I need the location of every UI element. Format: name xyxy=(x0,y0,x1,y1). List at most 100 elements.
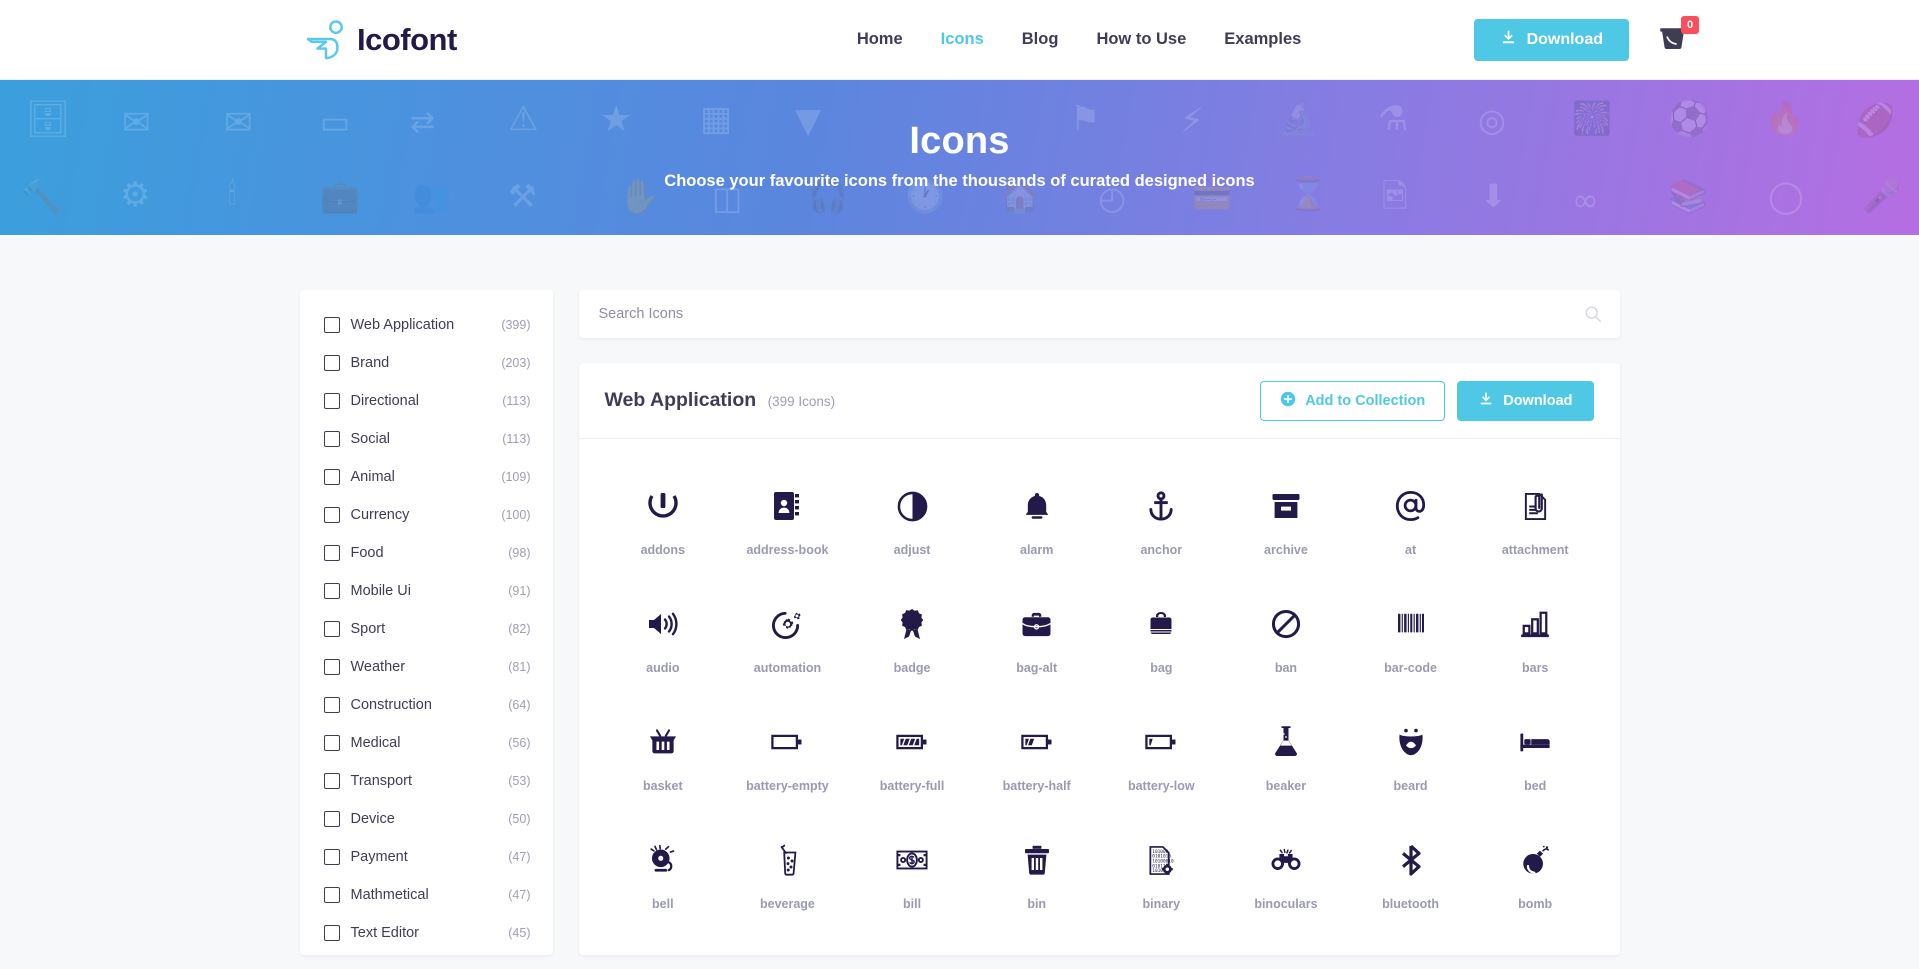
category-checkbox[interactable] xyxy=(323,925,340,941)
sidebar-category-construction[interactable]: Construction (64) xyxy=(300,686,553,724)
icon-cell-basket[interactable]: basket xyxy=(601,701,726,819)
icon-cell-bar-code[interactable]: bar-code xyxy=(1348,583,1473,701)
icon-cell-attachment[interactable]: attachment xyxy=(1473,465,1598,583)
category-checkbox[interactable] xyxy=(323,735,340,751)
icon-label: basket xyxy=(643,779,683,793)
category-checkbox[interactable] xyxy=(323,887,340,903)
icon-cell-addons[interactable]: addons xyxy=(601,465,726,583)
category-checkbox[interactable] xyxy=(323,469,340,485)
category-checkbox[interactable] xyxy=(323,507,340,523)
nav-item-blog[interactable]: Blog xyxy=(1022,30,1059,49)
sidebar-category-weather[interactable]: Weather (81) xyxy=(300,648,553,686)
icon-cell-bag[interactable]: bag xyxy=(1099,583,1224,701)
icon-cell-alarm[interactable]: alarm xyxy=(974,465,1099,583)
category-checkbox[interactable] xyxy=(323,811,340,827)
icon-cell-ban[interactable]: ban xyxy=(1224,583,1349,701)
sidebar-category-text-editor[interactable]: Text Editor (45) xyxy=(300,914,553,952)
panel-download-button[interactable]: Download xyxy=(1457,380,1594,421)
sidebar-category-mathmetical[interactable]: Mathmetical (47) xyxy=(300,876,553,914)
icon-cell-bed[interactable]: bed xyxy=(1473,701,1598,819)
icon-label: ban xyxy=(1274,661,1298,675)
icon-label: alarm xyxy=(1020,543,1054,557)
icon-cell-bluetooth[interactable]: bluetooth xyxy=(1348,819,1473,937)
icon-cell-bars[interactable]: bars xyxy=(1473,583,1598,701)
search-icon[interactable] xyxy=(1584,305,1602,323)
at-icon xyxy=(1395,483,1427,529)
category-checkbox[interactable] xyxy=(323,659,340,675)
sidebar-category-directional[interactable]: Directional (113) xyxy=(300,382,553,420)
sidebar-category-animal[interactable]: Animal (109) xyxy=(300,458,553,496)
icon-cell-binary[interactable]: 101000 0101010 10100010 01011 1010 binary xyxy=(1099,819,1224,937)
nav-item-examples[interactable]: Examples xyxy=(1224,30,1301,49)
icon-cell-automation[interactable]: automation xyxy=(725,583,850,701)
category-checkbox[interactable] xyxy=(323,317,340,333)
category-checkbox[interactable] xyxy=(323,355,340,371)
category-sidebar: Web Application (399) Brand (203) Directiona… xyxy=(299,290,553,955)
icon-label: addons xyxy=(640,543,686,557)
battery-low-icon xyxy=(1145,719,1177,765)
icon-cell-anchor[interactable]: anchor xyxy=(1099,465,1224,583)
nav-item-how-to-use[interactable]: How to Use xyxy=(1096,30,1186,49)
icon-cell-binoculars[interactable]: binoculars xyxy=(1224,819,1349,937)
icon-cell-bell[interactable]: bell xyxy=(601,819,726,937)
icon-cell-beard[interactable]: beard xyxy=(1348,701,1473,819)
icon-label: bag xyxy=(1150,661,1173,675)
main-column: Web Application (399 Icons) xyxy=(578,290,1620,955)
icon-cell-battery-low[interactable]: battery-low xyxy=(1099,701,1224,819)
anchor-icon xyxy=(1147,483,1175,529)
sidebar-category-mobile-ui[interactable]: Mobile Ui (91) xyxy=(300,572,553,610)
category-checkbox[interactable] xyxy=(323,849,340,865)
search-input[interactable] xyxy=(598,306,1584,322)
icon-cell-adjust[interactable]: adjust xyxy=(850,465,975,583)
icon-panel: Web Application (399 Icons) Add to Colle… xyxy=(578,363,1620,955)
category-checkbox[interactable] xyxy=(323,621,340,637)
sidebar-category-medical[interactable]: Medical (56) xyxy=(300,724,553,762)
sidebar-category-sport[interactable]: Sport (82) xyxy=(300,610,553,648)
brand-logo-link[interactable]: Icofont xyxy=(305,19,457,60)
icon-label: at xyxy=(1405,543,1417,557)
sidebar-category-payment[interactable]: Payment (47) xyxy=(300,838,553,876)
category-checkbox[interactable] xyxy=(323,773,340,789)
sidebar-category-transport[interactable]: Transport (53) xyxy=(300,762,553,800)
icon-cell-battery-full[interactable]: battery-full xyxy=(850,701,975,819)
icon-cell-bill[interactable]: bill xyxy=(850,819,975,937)
category-checkbox[interactable] xyxy=(323,697,340,713)
icon-cell-at[interactable]: at xyxy=(1348,465,1473,583)
icon-label: bill xyxy=(903,897,922,911)
cart-button[interactable]: 0 xyxy=(1657,16,1699,57)
sidebar-category-social[interactable]: Social (113) xyxy=(300,420,553,458)
category-checkbox[interactable] xyxy=(323,583,340,599)
icon-cell-battery-half[interactable]: battery-half xyxy=(974,701,1099,819)
icon-cell-archive[interactable]: archive xyxy=(1224,465,1349,583)
icon-cell-bin[interactable]: bin xyxy=(974,819,1099,937)
sidebar-category-device[interactable]: Device (50) xyxy=(300,800,553,838)
sidebar-category-food[interactable]: Food (98) xyxy=(300,534,553,572)
icon-cell-beverage[interactable]: beverage xyxy=(725,819,850,937)
sidebar-category-currency[interactable]: Currency (100) xyxy=(300,496,553,534)
category-label: Mathmetical xyxy=(350,887,429,903)
nav-item-icons[interactable]: Icons xyxy=(941,30,984,49)
category-checkbox[interactable] xyxy=(323,393,340,409)
nav-item-home[interactable]: Home xyxy=(857,30,903,49)
adjust-icon xyxy=(897,483,928,529)
page-content: Web Application (399) Brand (203) Directiona… xyxy=(299,235,1620,955)
panel-title-group: Web Application (399 Icons) xyxy=(605,389,836,412)
icon-cell-beaker[interactable]: beaker xyxy=(1224,701,1349,819)
icon-cell-bag-alt[interactable]: bag-alt xyxy=(974,583,1099,701)
category-count: (113) xyxy=(502,394,531,408)
category-label: Device xyxy=(350,811,395,827)
icon-cell-audio[interactable]: audio xyxy=(601,583,726,701)
category-checkbox[interactable] xyxy=(323,431,340,447)
icon-cell-address-book[interactable]: address-book xyxy=(725,465,850,583)
category-checkbox[interactable] xyxy=(323,545,340,561)
header-download-button[interactable]: Download xyxy=(1473,19,1629,61)
icon-label: bin xyxy=(1027,897,1047,911)
add-to-collection-button[interactable]: Add to Collection xyxy=(1260,380,1446,421)
icon-cell-battery-empty[interactable]: battery-empty xyxy=(725,701,850,819)
sidebar-category-web-application[interactable]: Web Application (399) xyxy=(300,306,553,344)
bill-icon xyxy=(896,837,928,883)
icon-label: battery-half xyxy=(1002,779,1071,793)
icon-cell-badge[interactable]: badge xyxy=(850,583,975,701)
sidebar-category-brand[interactable]: Brand (203) xyxy=(300,344,553,382)
icon-cell-bomb[interactable]: bomb xyxy=(1473,819,1598,937)
